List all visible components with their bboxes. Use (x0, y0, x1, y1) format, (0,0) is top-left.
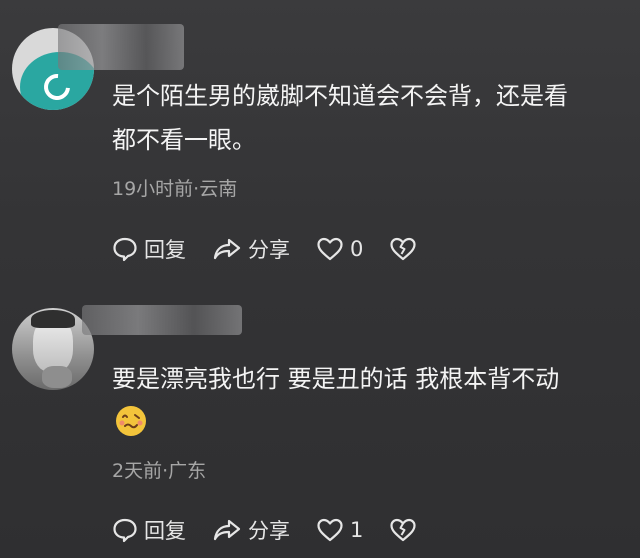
comment-meta: 2天前·广东 (112, 460, 207, 482)
heart-icon (317, 518, 343, 542)
reply-icon (113, 518, 137, 543)
broken-heart-icon (390, 518, 416, 542)
share-button[interactable]: 分享 (212, 234, 290, 264)
broken-heart-icon (390, 237, 416, 261)
username-redacted (58, 24, 184, 70)
hand-shape (42, 366, 72, 388)
share-icon (213, 238, 241, 260)
comment-meta: 19小时前·云南 (112, 178, 238, 200)
share-icon (213, 519, 241, 541)
share-label: 分享 (248, 519, 290, 543)
reply-label: 回复 (144, 519, 186, 543)
username-redacted (82, 305, 242, 335)
hair-shape (31, 310, 75, 328)
comment-actions: 回复 分享 0 (112, 232, 452, 266)
reply-button[interactable]: 回复 (112, 515, 186, 545)
share-button[interactable]: 分享 (212, 515, 290, 545)
reply-button[interactable]: 回复 (112, 234, 186, 264)
like-count: 0 (350, 237, 364, 261)
reply-label: 回复 (144, 238, 186, 262)
comment-actions: 回复 分享 1 (112, 513, 452, 547)
comment-text-line-2: 都不看一眼。 (112, 126, 256, 154)
reply-icon (113, 237, 137, 262)
share-label: 分享 (248, 238, 290, 262)
like-count: 1 (350, 518, 364, 542)
dislike-button[interactable] (389, 236, 423, 262)
dislike-button[interactable] (389, 517, 423, 543)
woozy-face-emoji-icon (116, 406, 146, 436)
comment-text-line-1: 要是漂亮我也行 要是丑的话 我根本背不动 (112, 365, 560, 393)
comment-text-line-1: 是个陌生男的崴脚不知道会不会背，还是看 (112, 82, 568, 110)
like-button[interactable]: 0 (316, 236, 363, 262)
like-button[interactable]: 1 (316, 517, 363, 543)
heart-icon (317, 237, 343, 261)
